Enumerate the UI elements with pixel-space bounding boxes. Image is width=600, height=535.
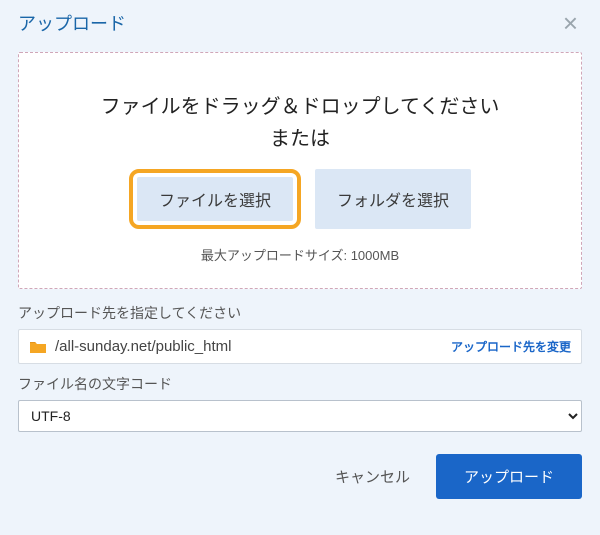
upload-button[interactable]: アップロード	[436, 454, 582, 499]
upload-dialog: アップロード × ファイルをドラッグ＆ドロップしてください または ファイルを選…	[0, 0, 600, 535]
encoding-section: ファイル名の文字コード UTF-8	[0, 374, 600, 432]
dialog-title: アップロード	[18, 10, 126, 36]
cancel-button[interactable]: キャンセル	[335, 466, 410, 487]
dialog-footer: キャンセル アップロード	[0, 432, 600, 499]
button-row: ファイルを選択 フォルダを選択	[39, 169, 561, 229]
dropzone[interactable]: ファイルをドラッグ＆ドロップしてください または ファイルを選択 フォルダを選択…	[18, 52, 582, 289]
encoding-label: ファイル名の文字コード	[18, 374, 582, 394]
destination-path-row: /all-sunday.net/public_html アップロード先を変更	[18, 329, 582, 364]
destination-label: アップロード先を指定してください	[18, 303, 582, 323]
destination-path: /all-sunday.net/public_html	[55, 338, 451, 355]
highlight-frame: ファイルを選択	[129, 169, 301, 229]
select-file-button[interactable]: ファイルを選択	[137, 177, 293, 221]
encoding-select[interactable]: UTF-8	[18, 400, 582, 432]
drop-text-line2: または	[39, 123, 561, 155]
drop-text-line1: ファイルをドラッグ＆ドロップしてください	[39, 91, 561, 123]
max-upload-size: 最大アップロードサイズ: 1000MB	[39, 245, 561, 264]
destination-section: アップロード先を指定してください /all-sunday.net/public_…	[0, 303, 600, 364]
close-icon[interactable]: ×	[559, 8, 582, 38]
select-folder-button[interactable]: フォルダを選択	[315, 169, 471, 229]
dialog-header: アップロード ×	[0, 0, 600, 44]
folder-icon	[29, 340, 47, 354]
change-destination-link[interactable]: アップロード先を変更	[451, 338, 571, 355]
